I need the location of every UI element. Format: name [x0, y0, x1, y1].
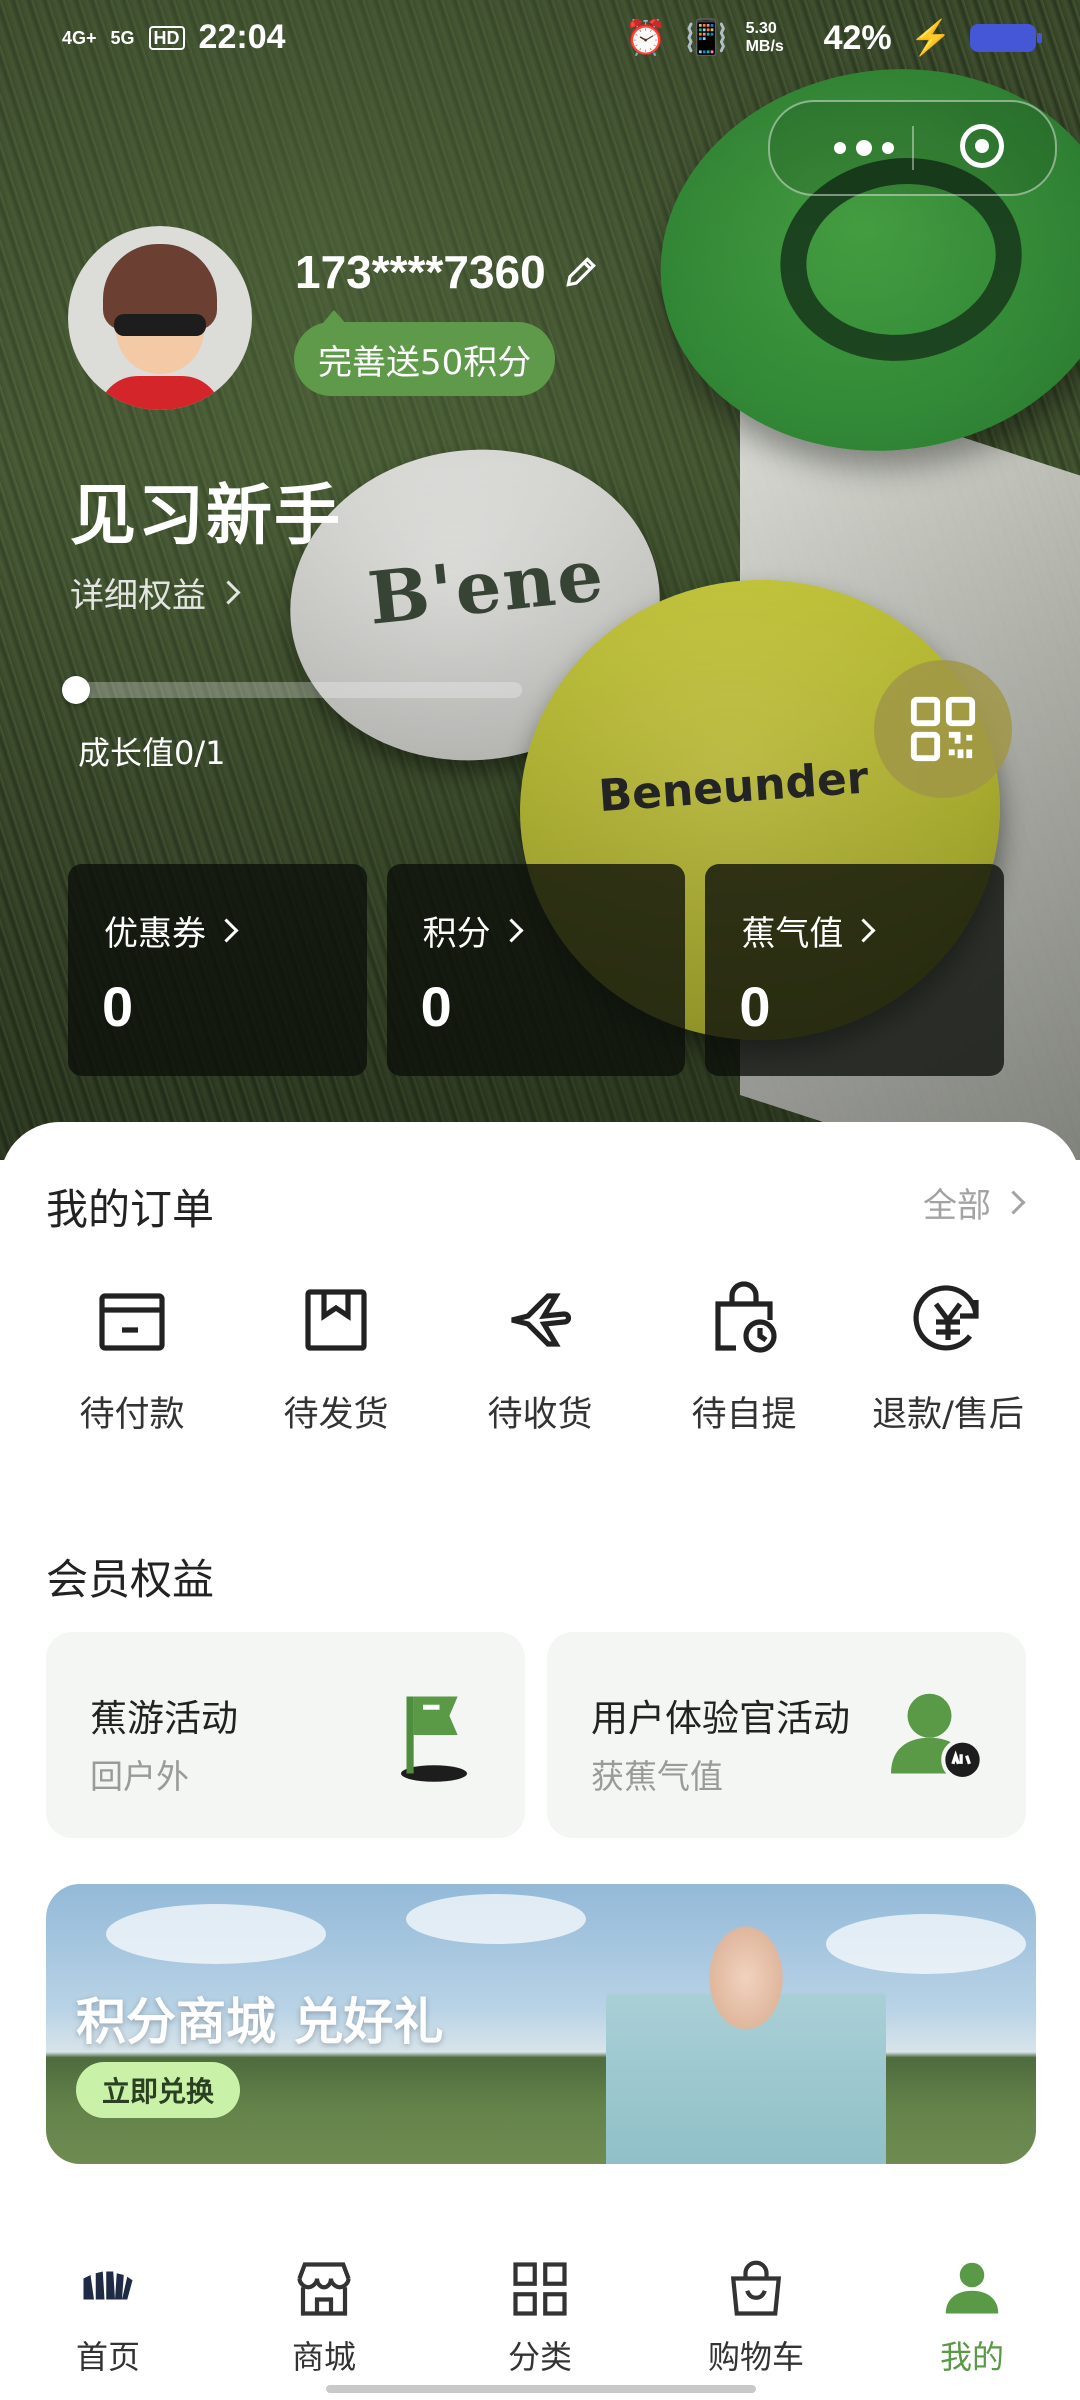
member-level: 见习新手 [70, 477, 342, 554]
user-icon [945, 2262, 999, 2314]
points-label: 积分 [422, 914, 491, 954]
growth-value: 成长值0/1 [78, 734, 226, 772]
benefits-row: 蕉游活动 回户外 用户体验官活动 获蕉气值 [46, 1632, 1026, 1838]
order-label: 待付款 [79, 1395, 185, 1435]
alarm-icon: ⏰ [624, 19, 668, 57]
energy-label: 蕉气值 [741, 914, 844, 954]
home-logo-icon [83, 2271, 133, 2300]
benefit-subtitle: 获蕉气值 [591, 1757, 723, 1796]
tab-label: 我的 [939, 2338, 1004, 2376]
tab-label: 购物车 [707, 2338, 804, 2376]
tab-label: 商城 [291, 2338, 356, 2376]
energy-value: 0 [739, 975, 771, 1038]
tab-category[interactable]: 分类 [432, 2240, 648, 2400]
wallet-icon [99, 1293, 165, 1351]
tab-store[interactable]: 商城 [216, 2240, 432, 2400]
member-qr-button[interactable] [874, 660, 1012, 798]
all-orders-label: 全部 [923, 1186, 991, 1226]
points-mall-banner[interactable]: 积分商城 兑好礼 立即兑换 [46, 1884, 1036, 2164]
complete-profile-button[interactable]: 完善送50积分 [294, 310, 556, 396]
tab-label: 分类 [507, 2338, 572, 2376]
chevron-right-icon [216, 580, 241, 605]
banner-person-image [606, 1894, 886, 2164]
experience-officer-card[interactable]: 用户体验官活动 获蕉气值 [547, 1632, 1026, 1838]
coupon-label: 优惠券 [104, 914, 206, 954]
points-card[interactable]: 积分 0 [386, 864, 686, 1076]
user-badge-icon [891, 1693, 984, 1782]
net-speed: 5.30 MB/s [745, 20, 784, 55]
order-label: 待发货 [283, 1395, 389, 1435]
chevron-right-icon [851, 918, 876, 943]
all-orders-link[interactable]: 全部 [923, 1178, 1026, 1227]
order-pending-pickup[interactable]: 待自提 [642, 1280, 846, 1437]
tab-cart[interactable]: 购物车 [648, 2240, 864, 2400]
points-value: 0 [420, 975, 452, 1038]
growth-progress-bar [62, 676, 522, 704]
yuan-refund-icon [913, 1285, 979, 1351]
order-label: 退款/售后 [872, 1395, 1024, 1435]
orders-title: 我的订单 [46, 1185, 215, 1234]
avatar[interactable] [68, 226, 252, 410]
signal-5g-icon: 5G [110, 27, 135, 48]
charging-icon: ⚡ [909, 19, 952, 57]
benefit-subtitle: 回户外 [90, 1757, 189, 1796]
order-pending-payment[interactable]: 待付款 [30, 1280, 234, 1437]
order-pending-shipment[interactable]: 待发货 [234, 1280, 438, 1437]
signal-4g-icon: 4G+ [62, 27, 97, 48]
phone-number: 173****7360 [295, 246, 546, 298]
energy-card[interactable]: 蕉气值 0 [705, 864, 1005, 1076]
tab-label: 首页 [75, 2338, 140, 2376]
miniprogram-capsule [768, 100, 1057, 196]
tab-home[interactable]: 首页 [0, 2240, 216, 2400]
category-grid-icon [513, 2262, 567, 2316]
order-label: 待收货 [487, 1395, 593, 1435]
battery-percent: 42% [823, 18, 892, 57]
status-bar: 4G+ 5G HD 22:04 ⏰ 📳 5.30 MB/s 42% ⚡ [0, 0, 1080, 80]
growth-progress-knob [62, 676, 90, 704]
order-pending-receipt[interactable]: 待收货 [438, 1280, 642, 1437]
battery-icon [970, 24, 1042, 52]
banner-headline: 积分商城 兑好礼 [76, 1993, 444, 2051]
plane-icon [511, 1293, 572, 1347]
more-options-icon[interactable] [814, 122, 914, 174]
shopping-bag-icon [730, 2260, 782, 2316]
user-phone: 173****7360 [295, 245, 600, 299]
order-refund-aftersale[interactable]: 退款/售后 [846, 1280, 1050, 1437]
redeem-now-button[interactable]: 立即兑换 [76, 2062, 241, 2118]
vibrate-icon: 📳 [685, 19, 728, 57]
package-icon [305, 1289, 367, 1351]
bag-clock-icon [715, 1281, 777, 1353]
flag-icon [401, 1696, 467, 1782]
home-indicator[interactable] [326, 2385, 756, 2393]
order-label: 待自提 [691, 1395, 797, 1435]
edit-pencil-icon[interactable] [562, 253, 600, 291]
chevron-right-icon [214, 918, 239, 943]
status-time: 22:04 [198, 18, 286, 56]
chevron-right-icon [1001, 1190, 1026, 1215]
chevron-right-icon [499, 918, 524, 943]
tab-mine[interactable]: 我的 [864, 2240, 1080, 2400]
coupon-card[interactable]: 优惠券 0 [68, 864, 367, 1076]
order-status-row: 待付款 待发货 待收货 待自提 退款/售后 [30, 1280, 1050, 1437]
rights-link[interactable]: 详细权益 [70, 568, 241, 617]
benefits-title: 会员权益 [46, 1555, 215, 1604]
bottom-tab-bar: 首页 商城 分类 购物车 我的 [0, 2240, 1080, 2400]
rights-link-label: 详细权益 [70, 576, 206, 616]
stats-cards: 优惠券 0 积分 0 蕉气值 0 [68, 864, 1005, 1076]
close-miniprogram-icon[interactable] [960, 124, 1004, 168]
store-icon [297, 2262, 351, 2316]
benefit-title: 用户体验官活动 [591, 1697, 850, 1740]
benefit-title: 蕉游活动 [90, 1697, 238, 1740]
qr-code-icon [910, 696, 976, 762]
hd-icon: HD [148, 25, 185, 50]
coupon-value: 0 [102, 975, 134, 1038]
outdoor-activity-card[interactable]: 蕉游活动 回户外 [46, 1632, 525, 1838]
